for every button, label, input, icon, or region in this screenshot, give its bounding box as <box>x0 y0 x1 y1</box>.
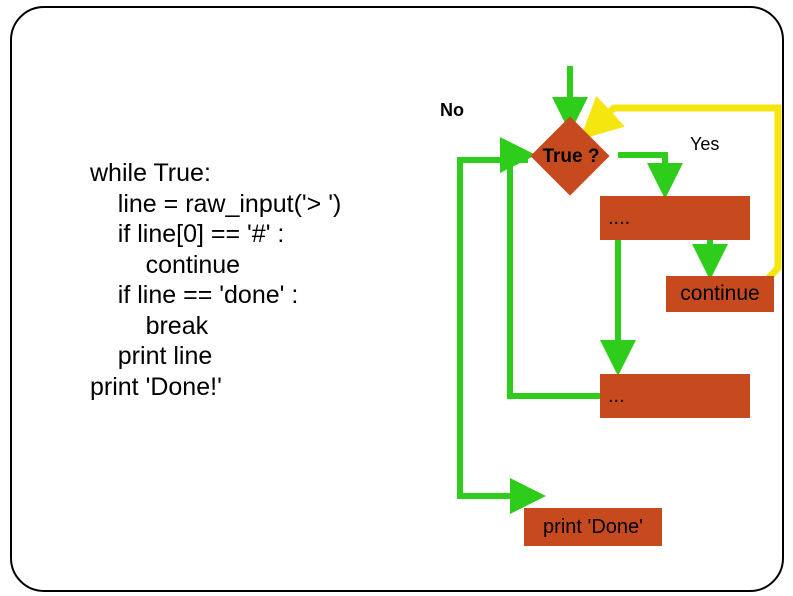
continue-block: continue <box>666 276 774 312</box>
process-block-2-text: ... <box>608 385 625 408</box>
done-block: print 'Done' <box>524 508 662 546</box>
edge-label-yes: Yes <box>690 134 719 155</box>
done-block-text: print 'Done' <box>543 516 643 539</box>
slide: while True: line = raw_input('> ') if li… <box>0 0 793 596</box>
decision-label: True ? <box>540 146 602 168</box>
process-block-2: ... <box>600 374 750 418</box>
continue-block-text: continue <box>680 282 759 306</box>
process-block-1: .... <box>600 196 750 240</box>
edge-label-no: No <box>440 100 464 121</box>
process-block-1-text: .... <box>608 207 630 230</box>
